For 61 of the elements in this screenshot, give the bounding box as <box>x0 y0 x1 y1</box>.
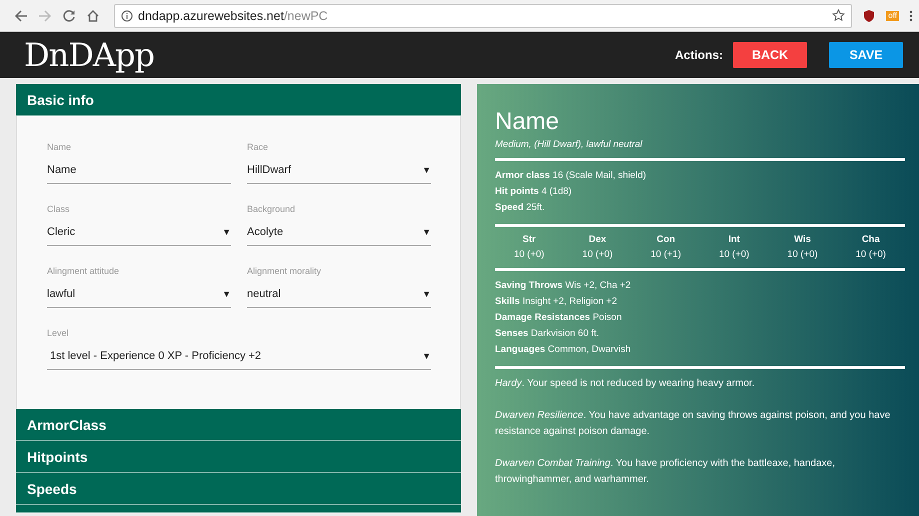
field-label: Background <box>247 204 296 214</box>
select-field[interactable]: Acolyte ▼ <box>247 221 431 246</box>
caret-icon: ▼ <box>222 289 231 299</box>
caret-icon: ▼ <box>422 351 431 361</box>
ability-score: 10 (+0) <box>582 249 613 260</box>
stat-line: Skills Insight +2, Religion +2 <box>495 295 618 309</box>
ability-name: Int <box>727 234 741 245</box>
ability-name: Str <box>522 234 537 245</box>
field-label: Alignment morality <box>247 266 322 276</box>
back-arrow-icon[interactable] <box>14 8 28 22</box>
select-field[interactable]: 1st level - Experience 0 XP - Proficiency +2 ▼ <box>47 345 431 370</box>
ability-name: Cha <box>860 234 881 245</box>
ability-score: 10 (+0) <box>514 249 544 260</box>
select-field[interactable]: HillDwarf ▼ <box>247 159 431 184</box>
field-label: Race <box>247 142 270 152</box>
ability-score: 10 (+1) <box>650 249 681 260</box>
ability-score: 10 (+0) <box>787 249 818 260</box>
trait-text: Dwarven Resilience. You have advantage on saving throws against poison, and you have resistance against poison damage. <box>495 409 892 439</box>
character-subtitle: Medium, (Hill Dwarf), lawful neutral <box>495 139 644 150</box>
back-button[interactable]: BACK <box>733 42 807 68</box>
ability-score: 10 (+0) <box>856 249 886 260</box>
section-header[interactable]: Hitpoints <box>16 441 461 473</box>
ability-name: Wis <box>793 234 812 245</box>
section-header[interactable]: Speeds <box>16 473 461 505</box>
caret-icon: ▼ <box>422 165 431 175</box>
select-field[interactable]: lawful ▼ <box>47 283 231 308</box>
character-name: Name <box>495 108 560 136</box>
field-label: Class <box>47 204 71 214</box>
reload-icon[interactable] <box>62 8 76 22</box>
section-header[interactable]: ArmorClass <box>16 409 461 441</box>
ability-score: 10 (+0) <box>718 249 750 260</box>
caret-icon: ▼ <box>422 289 431 299</box>
caret-icon: ▼ <box>422 227 431 237</box>
caret-icon: ▼ <box>222 227 231 237</box>
info-icon[interactable] <box>121 10 133 22</box>
stat-line: Hit points 4 (1d8) <box>495 185 573 199</box>
stat-line: Senses Darkvision 60 ft. <box>495 327 600 341</box>
ability-name: Con <box>656 234 676 245</box>
text-field[interactable]: Name <box>47 159 231 184</box>
field-label: Level <box>47 328 70 338</box>
stat-line: Damage Resistances Poison <box>495 311 623 325</box>
trait-text: Dwarven Combat Training. You have proficiency with the battleaxe, handaxe, throwinghammer, and warhammer. <box>495 457 836 487</box>
stat-line: Armor class 16 (Scale Mail, shield) <box>495 169 648 183</box>
star-icon[interactable] <box>832 9 846 22</box>
stat-line: Languages Common, Dwarvish <box>495 343 632 357</box>
field-label: Alingment attitude <box>47 266 120 276</box>
field-label: Name <box>47 142 72 152</box>
url-text: dndapp.azurewebsites.net/newPC <box>138 8 329 22</box>
home-icon[interactable] <box>86 8 100 22</box>
address-bar[interactable]: dndapp.azurewebsites.net/newPC <box>114 4 852 28</box>
section-header[interactable]: Basic info <box>16 84 461 116</box>
select-field[interactable]: Cleric ▼ <box>47 221 231 246</box>
stat-line: Speed 25ft. <box>495 201 546 215</box>
actions-label: Actions: <box>675 48 723 62</box>
stat-line: Saving Throws Wis +2, Cha +2 <box>495 279 632 293</box>
shield-icon[interactable] <box>862 8 876 22</box>
app-logo[interactable]: DnDApp <box>24 36 154 74</box>
menu-icon[interactable] <box>909 10 913 22</box>
ability-name: Dex <box>588 234 608 245</box>
select-field[interactable]: neutral ▼ <box>247 283 431 308</box>
trait-text: Hardy. Your speed is not reduced by wearing heavy armor. <box>495 377 756 391</box>
